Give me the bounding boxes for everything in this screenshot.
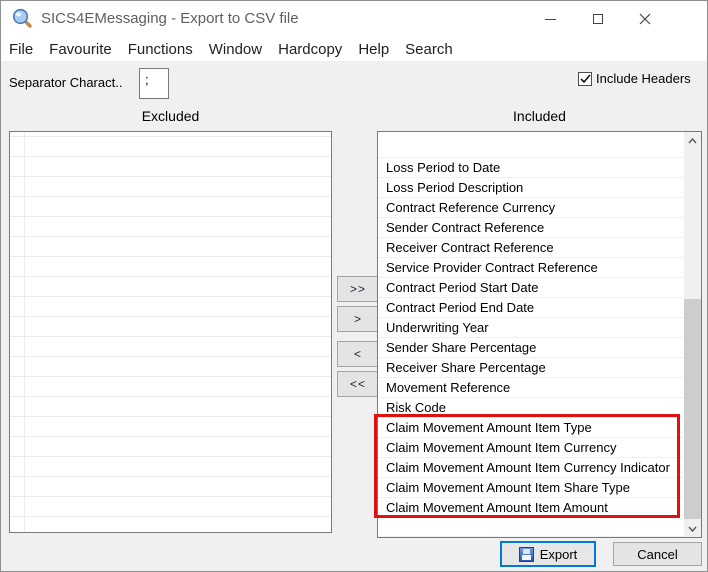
menu-item[interactable]: Help bbox=[358, 41, 389, 58]
menu-item[interactable]: Search bbox=[405, 41, 453, 58]
separator-character-label: Separator Charact.. bbox=[9, 75, 122, 90]
include-headers-label: Include Headers bbox=[596, 71, 691, 86]
list-item[interactable]: Risk Code bbox=[378, 397, 684, 417]
magnifier-app-icon bbox=[11, 8, 33, 30]
scrollbar-track[interactable] bbox=[684, 149, 701, 520]
menu-item[interactable]: Favourite bbox=[49, 41, 112, 58]
transfer-button[interactable]: < bbox=[337, 341, 379, 367]
scroll-up-button[interactable] bbox=[684, 132, 701, 149]
cancel-button-label: Cancel bbox=[637, 547, 677, 562]
list-item[interactable]: Loss Period Description bbox=[378, 177, 684, 197]
list-item[interactable]: Claim Movement Amount Item Currency Indi… bbox=[378, 457, 684, 477]
include-headers-checkbox[interactable]: Include Headers bbox=[578, 71, 691, 86]
vertical-scrollbar[interactable] bbox=[684, 132, 701, 537]
list-item[interactable]: Claim Movement Amount Item Share Type bbox=[378, 477, 684, 497]
export-button[interactable]: Export bbox=[500, 541, 596, 567]
caption-buttons bbox=[527, 1, 668, 37]
close-icon bbox=[639, 13, 651, 25]
list-item[interactable]: Underwriting Year bbox=[378, 317, 684, 337]
menu-item[interactable]: Hardcopy bbox=[278, 41, 342, 58]
scrollbar-thumb[interactable] bbox=[684, 299, 701, 519]
list-item[interactable]: Claim Movement Amount Item Type bbox=[378, 417, 684, 437]
list-item[interactable]: Loss Period to Date bbox=[378, 157, 684, 177]
list-item[interactable]: Movement Reference bbox=[378, 377, 684, 397]
excluded-list[interactable] bbox=[9, 131, 332, 533]
transfer-button[interactable]: > bbox=[337, 306, 379, 332]
cancel-button[interactable]: Cancel bbox=[613, 542, 702, 566]
transfer-button[interactable]: << bbox=[337, 371, 379, 397]
included-list: Loss Period to Date Loss Period Descript… bbox=[378, 132, 684, 537]
window-title: SICS4EMessaging - Export to CSV file bbox=[41, 10, 299, 27]
list-item[interactable]: Receiver Contract Reference bbox=[378, 237, 684, 257]
maximize-button[interactable] bbox=[574, 1, 621, 37]
minimize-button[interactable] bbox=[527, 1, 574, 37]
list-item[interactable]: Contract Reference Currency bbox=[378, 197, 684, 217]
list-item[interactable]: Claim Movement Amount Item Currency bbox=[378, 437, 684, 457]
export-button-label: Export bbox=[540, 547, 578, 562]
chevron-down-icon bbox=[688, 526, 697, 532]
list-item[interactable]: Receiver Share Percentage bbox=[378, 357, 684, 377]
excluded-panel-title: Excluded bbox=[9, 108, 332, 124]
maximize-icon bbox=[593, 14, 603, 24]
menu-bar: File Favourite Functions Window Hardcopy… bbox=[1, 37, 707, 61]
save-icon bbox=[519, 547, 534, 562]
list-item[interactable]: Sender Share Percentage bbox=[378, 337, 684, 357]
chevron-up-icon bbox=[688, 138, 697, 144]
transfer-buttons: >> > < << bbox=[337, 276, 379, 397]
export-dialog: SICS4EMessaging - Export to CSV file Fil… bbox=[0, 0, 708, 572]
menu-item[interactable]: Window bbox=[209, 41, 262, 58]
list-item[interactable]: Contract Period Start Date bbox=[378, 277, 684, 297]
list-item[interactable]: Service Provider Contract Reference bbox=[378, 257, 684, 277]
title-bar: SICS4EMessaging - Export to CSV file bbox=[1, 1, 707, 37]
transfer-button[interactable]: >> bbox=[337, 276, 379, 302]
list-item[interactable]: Contract Period End Date bbox=[378, 297, 684, 317]
close-button[interactable] bbox=[621, 1, 668, 37]
included-list-box: Loss Period to Date Loss Period Descript… bbox=[377, 131, 702, 538]
scroll-down-button[interactable] bbox=[684, 520, 701, 537]
separator-character-input[interactable] bbox=[139, 68, 169, 99]
included-panel-title: Included bbox=[377, 108, 702, 124]
menu-item[interactable]: Functions bbox=[128, 41, 193, 58]
list-item[interactable]: Sender Contract Reference bbox=[378, 217, 684, 237]
empty-rows-filler bbox=[378, 517, 684, 537]
list-item[interactable]: Claim Movement Amount Item Amount bbox=[378, 497, 684, 517]
included-rows: Loss Period to Date Loss Period Descript… bbox=[378, 157, 684, 517]
menu-item[interactable]: File bbox=[9, 41, 33, 58]
minimize-icon bbox=[545, 19, 556, 20]
checkbox-checked-icon bbox=[578, 72, 592, 86]
